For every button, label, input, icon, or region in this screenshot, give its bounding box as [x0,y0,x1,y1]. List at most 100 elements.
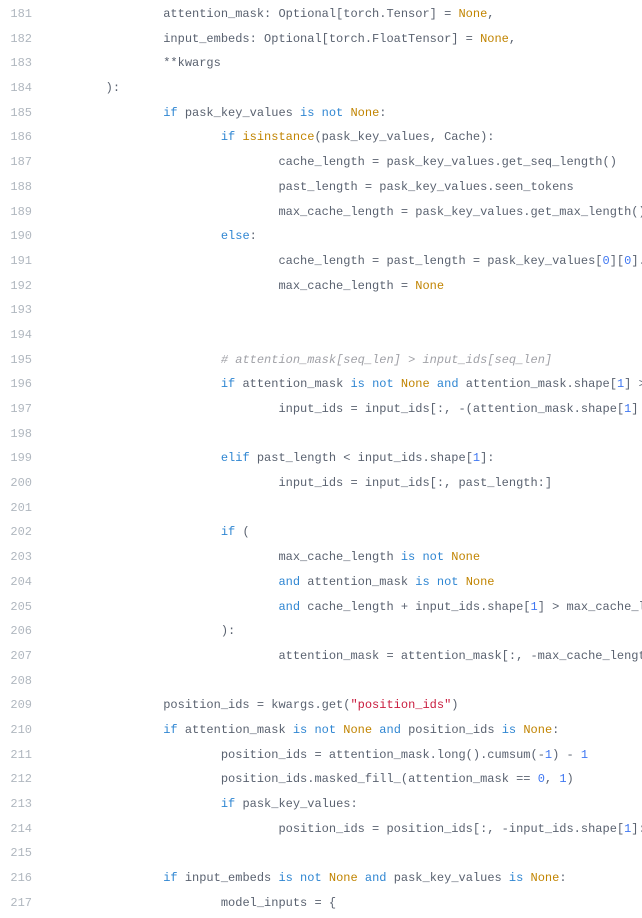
code-line[interactable]: max_cache_length is not None [48,545,642,570]
code-line[interactable]: input_ids = input_ids[:, -(attention_mas… [48,397,642,422]
code-token: None [480,32,509,46]
line-number-gutter: 1811821831841851861871881891901911921931… [0,0,44,918]
code-line[interactable]: **kwargs [48,51,642,76]
code-line[interactable] [48,422,642,447]
code-token: 1 [581,748,588,762]
code-token: past_length < input_ids.shape[ [257,451,473,465]
code-line[interactable]: attention_mask: Optional[torch.Tensor] =… [48,2,642,27]
code-token: pask_key_values [185,106,300,120]
code-token: "position_ids" [350,698,451,712]
line-number: 201 [0,496,32,521]
code-line[interactable]: position_ids = kwargs.get("position_ids"… [48,693,642,718]
line-number: 185 [0,101,32,126]
code-line[interactable]: # attention_mask[seq_len] > input_ids[se… [48,348,642,373]
code-token: max_cache_length = [278,279,415,293]
code-token: attention_mask [307,575,415,589]
code-line[interactable]: position_ids = position_ids[:, -input_id… [48,817,642,842]
code-line[interactable]: and attention_mask is not None [48,570,642,595]
code-line[interactable]: position_ids = attention_mask.long().cum… [48,743,642,768]
code-token: position_ids [408,723,502,737]
code-line[interactable]: cache_length = past_length = pask_key_va… [48,249,642,274]
line-number: 182 [0,27,32,52]
code-token: None [531,871,560,885]
line-number: 188 [0,175,32,200]
code-token: if [163,106,185,120]
code-token: ) [451,698,458,712]
code-token: if [221,797,243,811]
line-number: 202 [0,520,32,545]
code-line[interactable]: if attention_mask is not None and attent… [48,372,642,397]
code-line[interactable] [48,298,642,323]
code-token: pask_key_values: [242,797,357,811]
line-number: 190 [0,224,32,249]
code-line[interactable]: input_ids = input_ids[:, past_length:] [48,471,642,496]
line-number: 191 [0,249,32,274]
code-token: and [437,377,466,391]
code-line[interactable]: ): [48,76,642,101]
code-token: ] > inp [624,377,642,391]
code-token: **kwargs [163,56,221,70]
code-token: , [545,772,559,786]
code-line[interactable]: if input_embeds is not None and pask_key… [48,866,642,891]
code-token: is not [401,550,451,564]
code-token: 1 [559,772,566,786]
code-line[interactable]: attention_mask = attention_mask[:, -max_… [48,644,642,669]
line-number: 216 [0,866,32,891]
code-token: : [552,723,559,737]
code-token: ]: [480,451,494,465]
line-number: 181 [0,2,32,27]
code-line[interactable]: if ( [48,520,642,545]
code-line[interactable]: position_ids.masked_fill_(attention_mask… [48,767,642,792]
line-number: 200 [0,471,32,496]
code-area[interactable]: attention_mask: Optional[torch.Tensor] =… [44,0,642,918]
code-token: model_inputs = { [221,896,336,910]
line-number: 213 [0,792,32,817]
code-token: : [559,871,566,885]
code-token: None [458,7,487,21]
code-line[interactable] [48,669,642,694]
code-line[interactable]: if pask_key_values is not None: [48,101,642,126]
code-token: # attention_mask[seq_len] > input_ids[se… [221,353,552,367]
code-line[interactable]: and cache_length + input_ids.shape[1] > … [48,595,642,620]
code-token: position_ids = attention_mask.long().cum… [221,748,545,762]
code-line[interactable]: else: [48,224,642,249]
code-line[interactable]: max_cache_length = None [48,274,642,299]
line-number: 187 [0,150,32,175]
code-token: ].shape[ [631,254,642,268]
code-line[interactable]: if isinstance(pask_key_values, Cache): [48,125,642,150]
code-token: ] - past_l [631,402,642,416]
code-line[interactable] [48,841,642,866]
code-token: None [329,871,358,885]
code-line[interactable]: past_length = pask_key_values.seen_token… [48,175,642,200]
line-number: 209 [0,693,32,718]
code-editor[interactable]: 1811821831841851861871881891901911921931… [0,0,642,918]
code-token: position_ids = kwargs.get( [163,698,350,712]
code-line[interactable]: model_inputs = { [48,891,642,916]
line-number: 184 [0,76,32,101]
code-token: if [163,871,185,885]
code-token: and [379,723,408,737]
line-number: 206 [0,619,32,644]
code-token: if [163,723,185,737]
code-line[interactable] [48,496,642,521]
code-token: , [487,7,494,21]
code-token: is not [350,377,400,391]
code-line[interactable] [48,323,642,348]
code-token: and [278,600,307,614]
code-line[interactable]: if attention_mask is not None and positi… [48,718,642,743]
code-line[interactable]: if pask_key_values: [48,792,642,817]
code-token: is not [293,723,343,737]
code-line[interactable]: elif past_length < input_ids.shape[1]: [48,446,642,471]
line-number: 189 [0,200,32,225]
code-line[interactable]: ): [48,619,642,644]
code-token: input_embeds: Optional[torch.FloatTensor… [163,32,480,46]
line-number: 208 [0,669,32,694]
code-token: 0 [538,772,545,786]
code-token: is not [415,575,465,589]
code-token: ] > max_cache_length [538,600,642,614]
code-line[interactable]: input_embeds: Optional[torch.FloatTensor… [48,27,642,52]
code-token: elif [221,451,257,465]
code-line[interactable]: cache_length = pask_key_values.get_seq_l… [48,150,642,175]
code-line[interactable]: max_cache_length = pask_key_values.get_m… [48,200,642,225]
line-number: 186 [0,125,32,150]
